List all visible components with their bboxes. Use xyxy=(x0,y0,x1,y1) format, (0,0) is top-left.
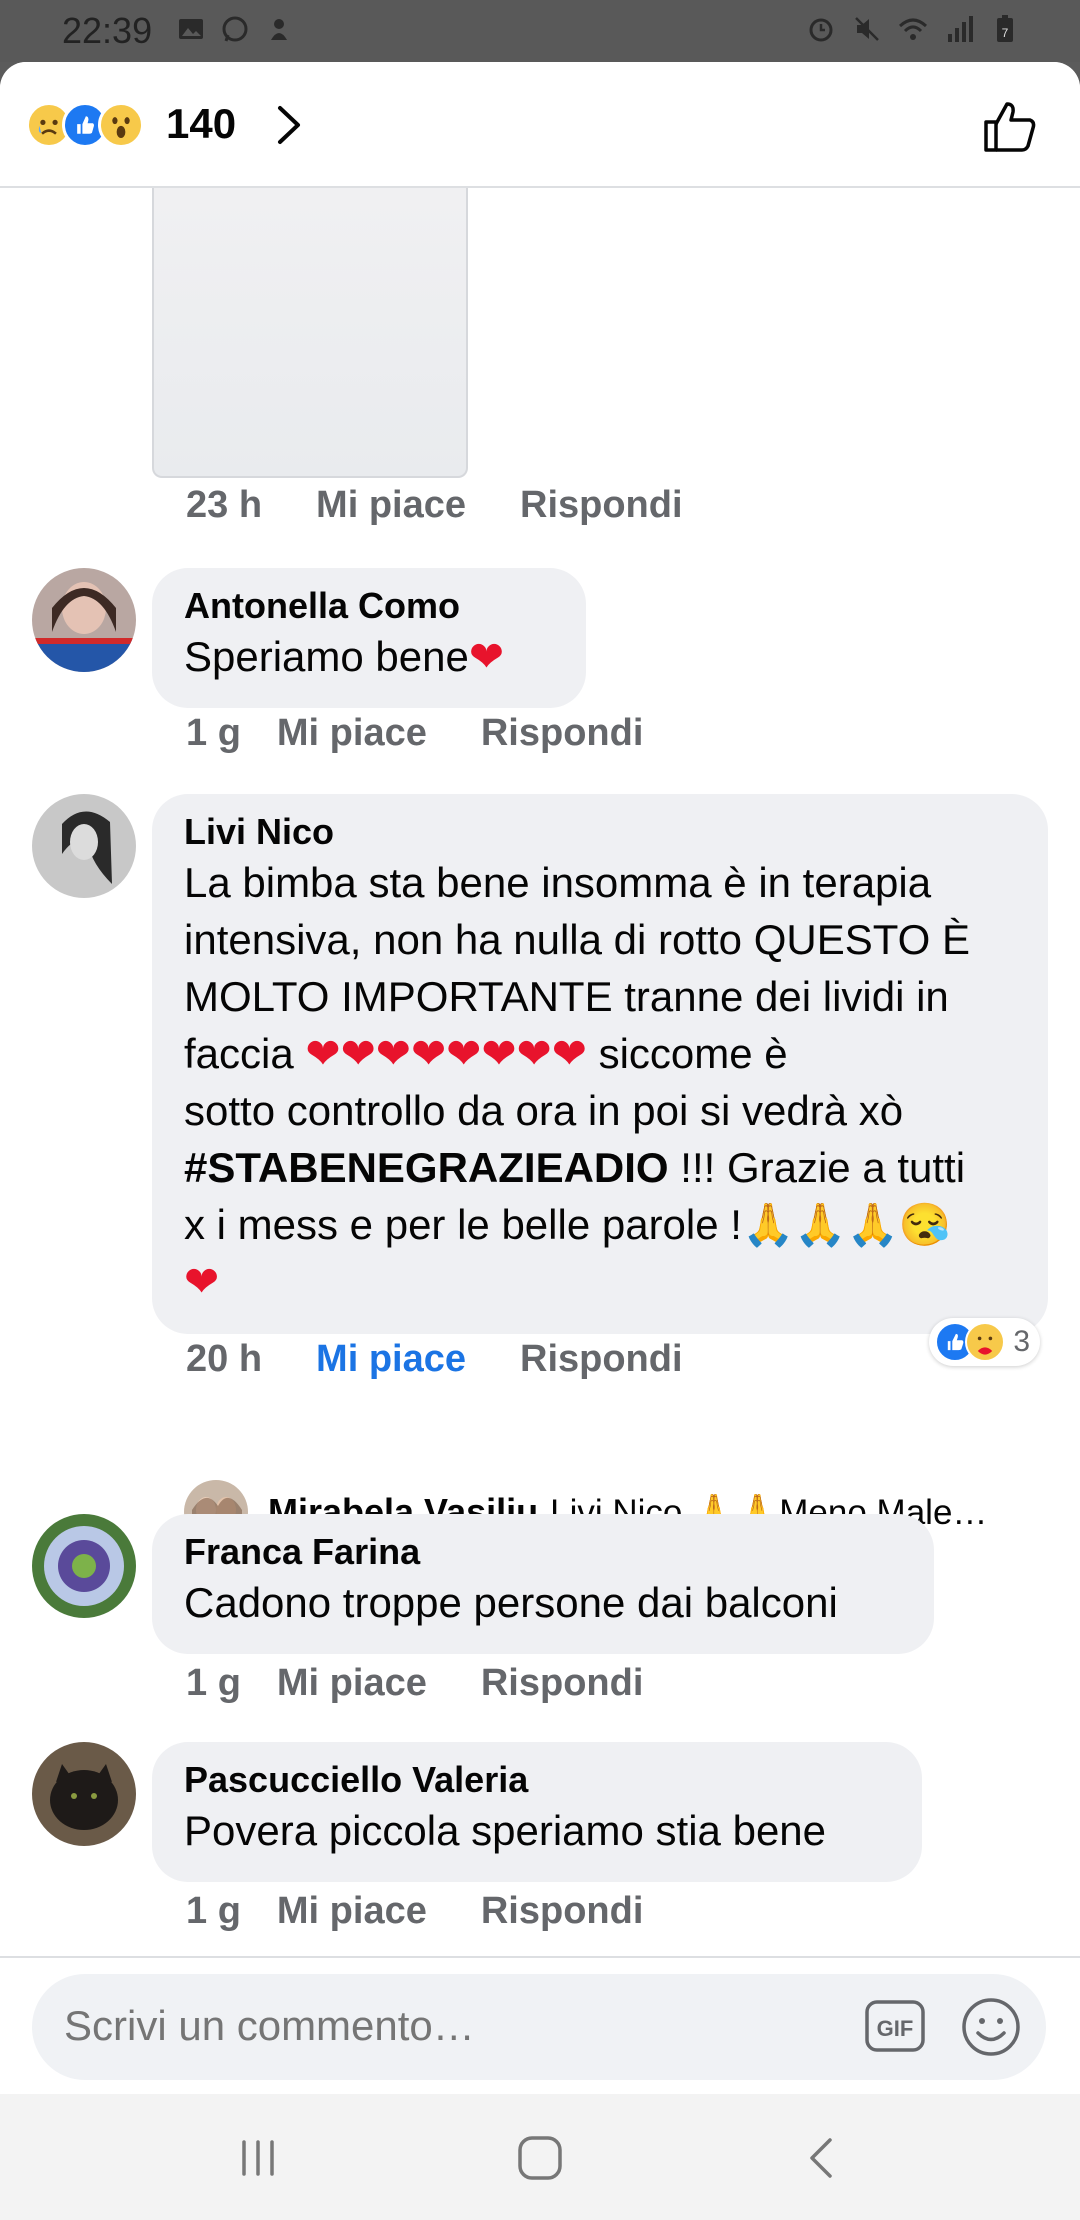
comment-actions: 23 h Mi piace Rispondi xyxy=(186,484,737,527)
like-link[interactable]: Mi piace xyxy=(277,712,427,755)
heart-emoji: ❤ xyxy=(184,1258,220,1305)
comment-composer-bar: GIF xyxy=(0,1956,1080,2094)
status-time: 22:39 xyxy=(62,10,153,51)
battery-icon: 7 xyxy=(997,15,1013,42)
comment-line: faccia ❤❤❤❤❤❤❤❤ siccome è xyxy=(184,1025,1016,1082)
comment-time: 1 g xyxy=(186,1890,241,1932)
sleepy-face-emoji: 😪 xyxy=(898,1201,952,1248)
comment-line: sotto controllo da ora in poi si vedrà x… xyxy=(184,1087,904,1134)
like-link[interactable]: Mi piace xyxy=(316,1338,466,1381)
comment-author[interactable]: Antonella Como xyxy=(184,584,554,628)
comment-author[interactable]: Pascucciello Valeria xyxy=(184,1758,890,1802)
system-navigation-bar xyxy=(0,2094,1080,2220)
comments-sheet: 140 23 h Mi piace Rispondi Antonella Com… xyxy=(0,62,1080,2094)
comment-image-attachment[interactable] xyxy=(152,188,468,478)
comment-text: Cadono troppe persone dai balconi xyxy=(184,1579,838,1626)
comment-author[interactable]: Franca Farina xyxy=(184,1530,902,1574)
avatar[interactable] xyxy=(32,1742,136,1846)
gif-label: GIF xyxy=(877,2016,914,2041)
back-icon[interactable] xyxy=(794,2130,850,2186)
comment-line: #STABENEGRAZIEADIO !!! Grazie a tutti xyxy=(184,1139,1016,1196)
comment-line-text: siccome è xyxy=(586,1030,788,1077)
mute-icon xyxy=(855,17,879,41)
avatar[interactable] xyxy=(32,794,136,898)
reaction-icons[interactable] xyxy=(26,102,144,148)
comment-time: 1 g xyxy=(186,712,241,754)
reaction-count: 3 xyxy=(1013,1325,1030,1358)
reply-link[interactable]: Rispondi xyxy=(481,1890,644,1933)
emoji-icon[interactable] xyxy=(960,1996,1022,2058)
gif-icon[interactable]: GIF xyxy=(864,1996,926,2056)
reply-link[interactable]: Rispondi xyxy=(520,484,683,527)
alarm-icon xyxy=(809,18,833,42)
comment-actions: 20 h Mi piace Rispondi xyxy=(186,1338,737,1381)
gallery-icon xyxy=(179,19,203,39)
praying-hands-emojis: 🙏🙏🙏 xyxy=(741,1201,899,1248)
battery-level: 7 xyxy=(1002,26,1009,40)
reactions-header: 140 xyxy=(0,62,1080,188)
comment-line-text: !!! Grazie a tutti xyxy=(668,1144,966,1191)
hashtag-link[interactable]: #STABENEGRAZIEADIO xyxy=(184,1144,669,1191)
comment-bubble[interactable]: Pascucciello Valeria Povera piccola sper… xyxy=(152,1742,922,1882)
comment-text: La bimba sta bene insomma è in terapia i… xyxy=(184,854,1016,1310)
comment-composer: GIF xyxy=(32,1974,1046,2080)
reply-link[interactable]: Rispondi xyxy=(481,1662,644,1705)
comment-bubble[interactable]: Antonella Como Speriamo bene❤ xyxy=(152,568,586,708)
thumbs-up-icon[interactable] xyxy=(980,96,1040,156)
wow-icon xyxy=(98,102,144,148)
comment-line: intensiva, non ha nulla di rotto QUESTO … xyxy=(184,916,970,963)
comment-time: 1 g xyxy=(186,1662,241,1704)
chevron-right-icon[interactable] xyxy=(270,102,306,148)
comment-actions: 1 g Mi piace Rispondi xyxy=(186,712,697,755)
avatar[interactable] xyxy=(32,568,136,672)
comment-line-text: faccia xyxy=(184,1030,306,1077)
comment-time: 23 h xyxy=(186,484,263,526)
system-icons: 7 xyxy=(806,14,1020,44)
comment-actions: 1 g Mi piace Rispondi xyxy=(186,1662,697,1705)
avatar[interactable] xyxy=(32,1514,136,1618)
recent-apps-icon[interactable] xyxy=(230,2130,286,2186)
comment-bubble[interactable]: Franca Farina Cadono troppe persone dai … xyxy=(152,1514,934,1654)
comment-author[interactable]: Livi Nico xyxy=(184,810,1016,854)
reaction-count[interactable]: 140 xyxy=(166,100,236,148)
comment-text: Speriamo bene❤ xyxy=(184,628,554,685)
comment-line: x i mess e per le belle parole !🙏🙏🙏😪 xyxy=(184,1196,1016,1253)
signal-icon xyxy=(948,16,973,42)
comment-input[interactable] xyxy=(64,2002,824,2050)
like-link[interactable]: Mi piace xyxy=(277,1662,427,1705)
heart-emojis: ❤❤❤❤❤❤❤❤ xyxy=(305,1030,587,1077)
comment-bubble[interactable]: Livi Nico La bimba sta bene insomma è in… xyxy=(152,794,1048,1334)
whatsapp-icon xyxy=(222,16,248,42)
reply-link[interactable]: Rispondi xyxy=(520,1338,683,1381)
notification-icons xyxy=(176,14,294,44)
comment-text-body: Speriamo bene xyxy=(184,633,469,680)
comment-line: MOLTO IMPORTANTE tranne dei lividi in xyxy=(184,973,949,1020)
wifi-icon xyxy=(898,18,928,40)
status-bar: 22:39 7 xyxy=(0,0,1080,62)
comment-text: Povera piccola speriamo stia bene xyxy=(184,1807,827,1854)
comment-line: La bimba sta bene insomma è in terapia xyxy=(184,859,932,906)
reply-link[interactable]: Rispondi xyxy=(481,712,644,755)
home-icon[interactable] xyxy=(512,2130,568,2186)
comment-reactions-badge[interactable]: 3 xyxy=(929,1318,1040,1366)
care-icon xyxy=(965,1322,1006,1362)
comment-actions: 1 g Mi piace Rispondi xyxy=(186,1890,697,1933)
comment-line-text: x i mess e per le belle parole ! xyxy=(184,1201,742,1248)
heart-emoji: ❤ xyxy=(468,633,505,680)
comment-time: 20 h xyxy=(186,1338,263,1380)
like-link[interactable]: Mi piace xyxy=(316,484,466,527)
comment-line: ❤ xyxy=(184,1253,1016,1310)
like-link[interactable]: Mi piace xyxy=(277,1890,427,1933)
app-notification-icon xyxy=(271,19,287,40)
